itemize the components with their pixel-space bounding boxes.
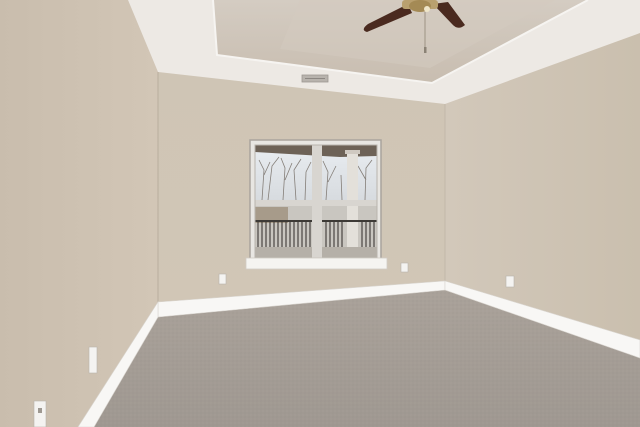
room-photo	[0, 0, 640, 427]
window	[245, 139, 388, 270]
outlet-right-wall	[505, 275, 515, 288]
outlet-left-wall-lower	[33, 400, 47, 427]
outlet-back-right	[400, 262, 409, 273]
outlet-left-wall	[88, 346, 98, 374]
outlet-back-left	[218, 273, 227, 285]
